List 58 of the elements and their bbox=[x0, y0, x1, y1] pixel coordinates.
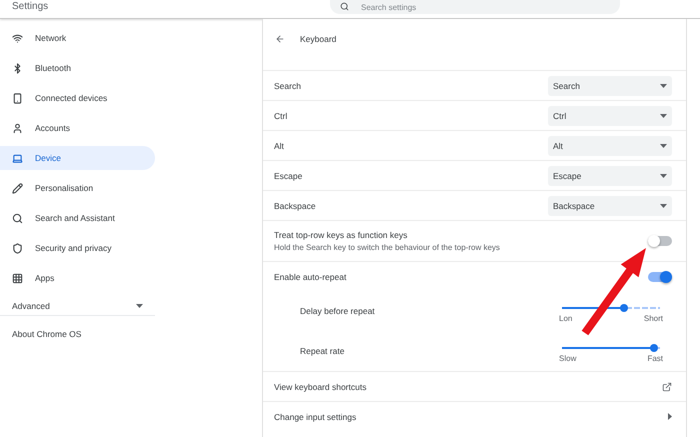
slider-max-label: Short bbox=[644, 314, 663, 323]
key-dropdown[interactable]: Alt bbox=[548, 136, 672, 156]
search-icon bbox=[340, 2, 349, 11]
page-title: Keyboard bbox=[300, 34, 336, 44]
toggle-switch[interactable] bbox=[648, 272, 672, 282]
slider-min-label: Lon bbox=[559, 314, 572, 323]
shield-icon bbox=[12, 242, 23, 254]
setting-label: Delay before repeat bbox=[300, 306, 375, 316]
slider-thumb[interactable] bbox=[620, 304, 628, 312]
caret-icon bbox=[660, 144, 667, 148]
caret-icon bbox=[660, 204, 667, 208]
caret-icon bbox=[660, 174, 667, 178]
person-icon bbox=[12, 122, 23, 134]
setting-label: Backspace bbox=[274, 200, 316, 210]
laptop-icon bbox=[12, 152, 23, 164]
setting-label: Alt bbox=[274, 140, 284, 150]
wifi-icon bbox=[12, 32, 23, 44]
setting-label: Treat top-row keys as function keys bbox=[274, 230, 408, 240]
sidebar-item[interactable]: About Chrome OS bbox=[0, 322, 262, 346]
search-icon bbox=[12, 212, 23, 224]
sidebar-item[interactable]: Bluetooth bbox=[0, 56, 155, 80]
back-icon[interactable] bbox=[275, 34, 285, 44]
link-row[interactable]: View keyboard shortcuts bbox=[263, 371, 686, 401]
app-title: Settings bbox=[12, 1, 50, 12]
bluetooth-icon bbox=[12, 62, 23, 74]
sidebar-item[interactable]: Device bbox=[0, 146, 155, 170]
slider-min-label: Slow bbox=[559, 354, 576, 363]
caret-icon bbox=[668, 413, 672, 420]
slider-max-label: Fast bbox=[647, 354, 663, 363]
setting-description: Hold the Search key to switch the behaviour of the top-row keys bbox=[274, 243, 500, 252]
sidebar-item[interactable]: Network bbox=[0, 26, 155, 50]
grid-icon bbox=[12, 272, 23, 284]
caret-icon bbox=[136, 304, 143, 308]
caret-icon bbox=[660, 114, 667, 118]
slider-thumb[interactable] bbox=[650, 344, 658, 352]
toggle-switch[interactable] bbox=[648, 236, 672, 246]
setting-label: Search bbox=[274, 80, 301, 90]
setting-label: Ctrl bbox=[274, 110, 288, 120]
sidebar-item[interactable]: Personalisation bbox=[0, 176, 155, 200]
sidebar-item[interactable]: Security and privacy bbox=[0, 236, 155, 260]
pencil-icon bbox=[12, 182, 23, 194]
key-dropdown[interactable]: Escape bbox=[548, 166, 672, 186]
phone-icon bbox=[12, 92, 23, 104]
sidebar-item[interactable]: Accounts bbox=[0, 116, 155, 140]
setting-label: Escape bbox=[274, 170, 302, 180]
link-row[interactable]: Change input settings bbox=[263, 401, 686, 431]
advanced-section-toggle[interactable]: Advanced bbox=[0, 296, 155, 316]
sidebar-item[interactable]: Search and Assistant bbox=[0, 206, 155, 230]
key-dropdown[interactable]: Ctrl bbox=[548, 106, 672, 126]
search-field[interactable]: Search settings bbox=[330, 0, 620, 14]
sidebar-item[interactable]: Apps bbox=[0, 266, 155, 290]
sidebar-item[interactable]: Connected devices bbox=[0, 86, 155, 110]
caret-icon bbox=[660, 84, 667, 88]
setting-label: Enable auto-repeat bbox=[274, 272, 346, 282]
setting-label: Repeat rate bbox=[300, 346, 344, 356]
key-dropdown[interactable]: Search bbox=[548, 76, 672, 96]
key-dropdown[interactable]: Backspace bbox=[548, 196, 672, 216]
external-link-icon bbox=[662, 382, 672, 392]
